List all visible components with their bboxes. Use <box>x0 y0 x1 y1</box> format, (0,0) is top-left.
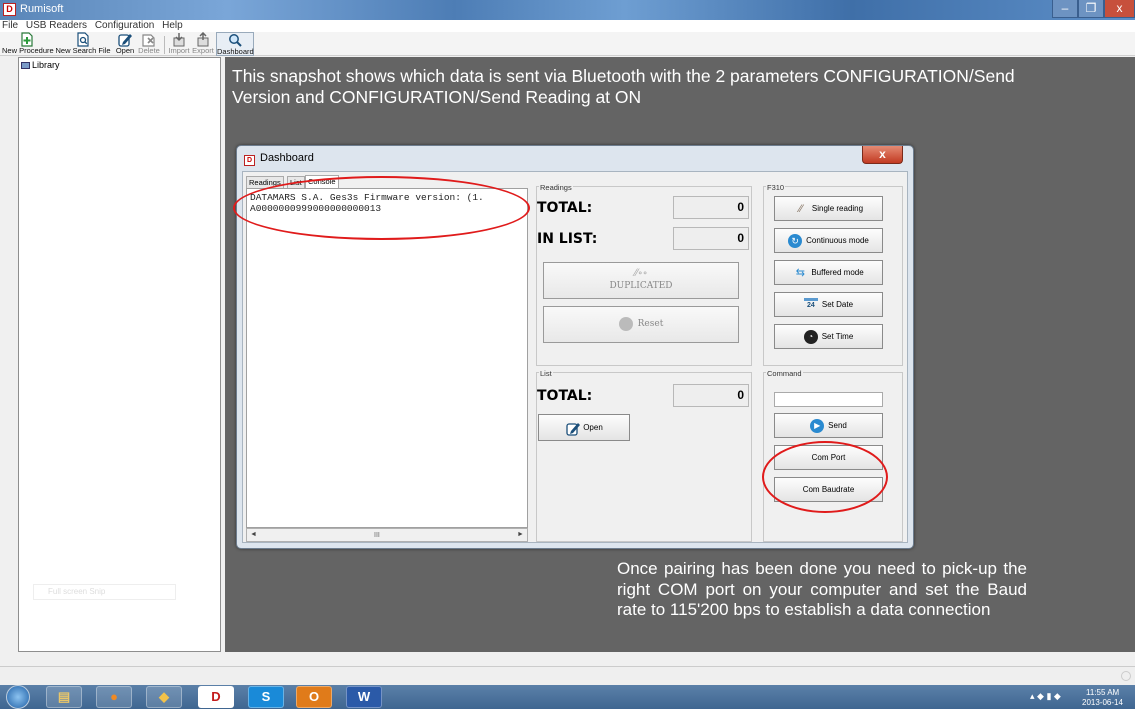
minimize-button[interactable]: – <box>1052 0 1078 18</box>
resize-grip-icon[interactable] <box>1121 671 1131 681</box>
open-button[interactable]: Open <box>113 32 137 56</box>
readings-total-value: 0 <box>673 196 749 219</box>
scroll-right-icon[interactable]: ► <box>517 531 524 538</box>
clock-icon: ◔ <box>803 329 818 344</box>
refresh-icon: ↻ <box>788 233 803 248</box>
app-logo-icon: D <box>3 3 16 16</box>
feather-icon: ⁄⁄∘∘ <box>634 268 648 279</box>
calendar-icon: 24 <box>803 297 818 312</box>
toolbar: New Procedure New Search File Open Delet… <box>0 31 1135 56</box>
feather-icon: ⁄⁄ <box>799 202 803 215</box>
edit-document-icon <box>565 421 581 436</box>
menu-bar: File USB Readers Configuration Help <box>0 20 1135 32</box>
single-reading-button[interactable]: ⁄⁄ Single reading <box>774 196 883 221</box>
set-time-button[interactable]: ◔ Set Time <box>774 324 883 349</box>
list-total-label: TOTAL: <box>537 388 593 404</box>
annotation-top: This snapshot shows which data is sent v… <box>232 66 1015 107</box>
close-button[interactable]: x <box>1104 0 1135 18</box>
menu-usb-readers[interactable]: USB Readers <box>26 20 87 31</box>
taskbar: ▤ ● ◆ D S O W ▴ ◆ ▮ ◆ 11:55 AM 2013-06-1… <box>0 685 1135 709</box>
horizontal-scrollbar[interactable]: ◄ III ► <box>246 528 528 542</box>
set-date-button[interactable]: 24 Set Date <box>774 292 883 317</box>
dashboard-title: D Dashboard <box>244 152 314 166</box>
dashboard-close-button[interactable]: x <box>862 146 903 164</box>
taskbar-firefox-icon[interactable]: ● <box>96 686 132 708</box>
delete-button[interactable]: Delete <box>136 32 162 56</box>
delete-document-icon <box>136 32 162 47</box>
reset-icon <box>618 316 633 331</box>
dashboard-button[interactable]: Dashboard <box>216 32 254 56</box>
taskbar-rumisoft-icon[interactable]: D <box>198 686 234 708</box>
start-button[interactable] <box>6 685 30 709</box>
system-tray: ▴ ◆ ▮ ◆ 11:55 AM 2013-06-14 <box>1010 687 1130 707</box>
in-list-label: IN LIST: <box>537 231 598 247</box>
taskbar-explorer-icon[interactable]: ▤ <box>46 686 82 708</box>
new-search-file-button[interactable]: New Search File <box>54 32 112 56</box>
highlight-ellipse <box>762 441 888 513</box>
menu-file[interactable]: File <box>2 20 18 31</box>
sync-arrows-icon: ⇆ <box>795 266 805 279</box>
app-logo-icon: D <box>244 155 255 166</box>
status-bar <box>0 666 1135 685</box>
tray-icons[interactable]: ▴ ◆ ▮ ◆ <box>1030 691 1061 702</box>
folder-icon <box>21 62 30 69</box>
duplicated-button[interactable]: ⁄⁄∘∘ DUPLICATED <box>543 262 739 299</box>
clock-time[interactable]: 11:55 AM <box>1086 688 1119 697</box>
import-button[interactable]: Import <box>167 32 191 56</box>
reset-button[interactable]: Reset <box>543 306 739 343</box>
menu-help[interactable]: Help <box>162 20 183 31</box>
maximize-button[interactable]: ❐ <box>1078 0 1104 18</box>
library-tree-item[interactable]: Library <box>21 60 60 70</box>
edit-document-icon <box>113 32 137 47</box>
readings-total-label: TOTAL: <box>537 200 593 216</box>
in-list-value: 0 <box>673 227 749 250</box>
library-panel: Library Full screen Snip <box>18 57 221 652</box>
toolbar-separator <box>164 36 165 54</box>
export-button[interactable]: Export <box>191 31 215 56</box>
highlight-ellipse <box>233 176 530 240</box>
buffered-mode-button[interactable]: ⇆ Buffered mode <box>774 260 883 285</box>
export-icon <box>191 31 215 47</box>
list-open-button[interactable]: Open <box>538 414 630 441</box>
continuous-mode-button[interactable]: ↻ Continuous mode <box>774 228 883 253</box>
scroll-thumb[interactable]: III <box>374 532 380 539</box>
play-icon: ▶ <box>810 418 825 433</box>
import-icon <box>167 32 191 47</box>
taskbar-word-icon[interactable]: W <box>346 686 382 708</box>
taskbar-folder-icon[interactable]: ◆ <box>146 686 182 708</box>
new-procedure-button[interactable]: New Procedure <box>2 32 54 56</box>
taskbar-skype-icon[interactable]: S <box>248 686 284 708</box>
title-bar: D Rumisoft – ❐ x <box>0 0 1135 20</box>
command-input[interactable] <box>774 392 883 407</box>
search-document-icon <box>54 32 112 47</box>
snip-overlay-button[interactable]: Full screen Snip <box>33 584 176 600</box>
new-document-icon <box>2 32 52 47</box>
scroll-left-icon[interactable]: ◄ <box>250 531 257 538</box>
taskbar-outlook-icon[interactable]: O <box>296 686 332 708</box>
clock-date[interactable]: 2013-06-14 <box>1082 698 1123 707</box>
annotation-bottom: Once pairing has been done you need to p… <box>617 559 1027 619</box>
window-title: Rumisoft <box>20 3 64 15</box>
menu-configuration[interactable]: Configuration <box>95 20 154 31</box>
magnifier-icon <box>217 33 253 48</box>
send-button[interactable]: ▶ Send <box>774 413 883 438</box>
list-total-value: 0 <box>673 384 749 407</box>
